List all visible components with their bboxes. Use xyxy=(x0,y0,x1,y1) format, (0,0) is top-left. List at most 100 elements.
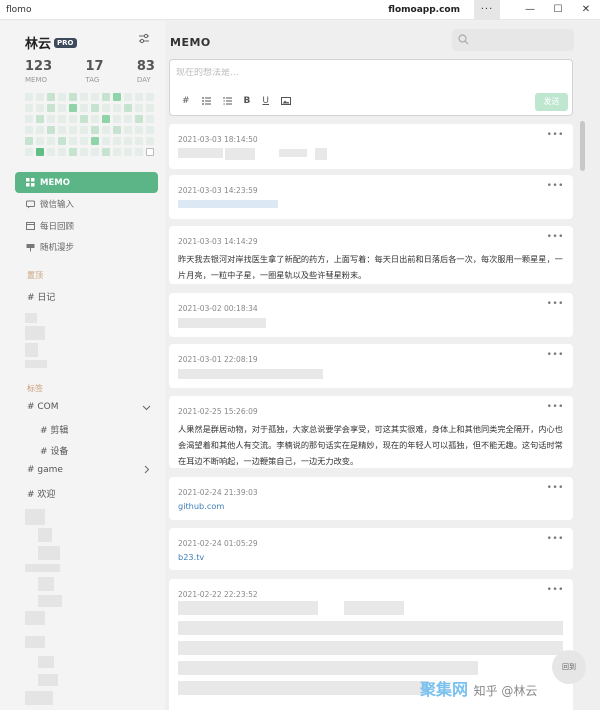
underline-button[interactable]: U xyxy=(262,96,269,106)
heatmap-cell[interactable] xyxy=(69,104,77,112)
heatmap-cell[interactable] xyxy=(47,137,55,145)
heatmap-cell[interactable] xyxy=(91,137,99,145)
heatmap-cell[interactable] xyxy=(80,126,88,134)
tag-welcome[interactable]: # 欢迎 xyxy=(27,487,55,500)
tag-com[interactable]: # COM xyxy=(27,402,59,412)
more-menu-icon[interactable]: ••• xyxy=(547,232,564,242)
hashtag-button[interactable]: # xyxy=(182,96,190,106)
heatmap-cell[interactable] xyxy=(25,93,33,101)
heatmap-cell[interactable] xyxy=(124,104,132,112)
heatmap-cell[interactable] xyxy=(146,104,154,112)
memo-card[interactable]: 2021-03-03 14:23:59 ••• xyxy=(169,175,573,219)
heatmap-cell[interactable] xyxy=(58,93,66,101)
tag-editing[interactable]: # 剪辑 xyxy=(40,423,68,436)
more-menu-icon[interactable]: ••• xyxy=(547,585,564,595)
more-menu-icon[interactable]: ••• xyxy=(547,130,564,140)
heatmap-cell[interactable] xyxy=(135,115,143,123)
heatmap-cell[interactable] xyxy=(47,115,55,123)
heatmap-cell[interactable] xyxy=(113,137,121,145)
heatmap-cell[interactable] xyxy=(124,115,132,123)
search-input[interactable] xyxy=(452,29,574,51)
close-icon[interactable]: ✕ xyxy=(572,4,600,15)
heatmap-cell[interactable] xyxy=(124,137,132,145)
heatmap-cell[interactable] xyxy=(69,93,77,101)
heatmap-cell[interactable] xyxy=(91,115,99,123)
more-options-button[interactable]: ··· xyxy=(474,0,500,20)
heatmap-cell[interactable] xyxy=(25,115,33,123)
heatmap-cell[interactable] xyxy=(58,137,66,145)
heatmap-cell[interactable] xyxy=(102,148,110,156)
more-menu-icon[interactable]: ••• xyxy=(547,299,564,309)
heatmap-cell[interactable] xyxy=(36,104,44,112)
heatmap-cell[interactable] xyxy=(36,137,44,145)
bullet-list-icon[interactable] xyxy=(201,97,211,105)
bold-button[interactable]: B xyxy=(244,96,251,106)
user-name-button[interactable]: 林云 PRO xyxy=(25,33,77,52)
heatmap-cell[interactable] xyxy=(135,93,143,101)
sidebar-item-memo[interactable]: MEMO xyxy=(15,172,158,193)
pinned-tag-diary[interactable]: # 日记 xyxy=(27,290,55,303)
heatmap-cell[interactable] xyxy=(58,126,66,134)
memo-card[interactable]: 2021-02-24 01:05:29 ••• b23.tv xyxy=(169,528,573,570)
minimize-icon[interactable]: — xyxy=(516,4,544,15)
memo-card[interactable]: 2021-03-01 22:08:19 ••• xyxy=(169,344,573,388)
image-icon[interactable] xyxy=(281,97,292,105)
heatmap-cell[interactable] xyxy=(91,93,99,101)
heatmap-cell[interactable] xyxy=(47,126,55,134)
heatmap-cell[interactable] xyxy=(36,115,44,123)
heatmap-cell[interactable] xyxy=(25,148,33,156)
more-menu-icon[interactable]: ••• xyxy=(547,350,564,360)
sidebar-item-random-walk[interactable]: 随机漫步 xyxy=(15,237,158,258)
heatmap-cell[interactable] xyxy=(124,93,132,101)
maximize-icon[interactable]: ☐ xyxy=(544,4,572,15)
heatmap-cell[interactable] xyxy=(58,115,66,123)
heatmap-cell[interactable] xyxy=(102,137,110,145)
heatmap-cell[interactable] xyxy=(69,115,77,123)
heatmap-cell[interactable] xyxy=(124,148,132,156)
heatmap-cell[interactable] xyxy=(146,115,154,123)
scrollbar[interactable] xyxy=(580,121,585,171)
memo-link[interactable]: github.com xyxy=(178,501,224,511)
heatmap-cell[interactable] xyxy=(36,93,44,101)
heatmap-cell[interactable] xyxy=(146,93,154,101)
sidebar-item-daily-review[interactable]: 每日回顾 xyxy=(15,215,158,236)
heatmap-cell[interactable] xyxy=(36,126,44,134)
chevron-down-icon[interactable] xyxy=(142,403,151,412)
heatmap-cell[interactable] xyxy=(102,126,110,134)
more-menu-icon[interactable]: ••• xyxy=(547,402,564,412)
memo-card[interactable]: 2021-02-25 15:26:09 ••• 人果然是群居动物，对于孤独，大家… xyxy=(169,396,573,468)
heatmap-cell[interactable] xyxy=(47,93,55,101)
heatmap-cell[interactable] xyxy=(25,104,33,112)
chevron-right-icon[interactable] xyxy=(142,465,151,474)
heatmap-cell[interactable] xyxy=(91,104,99,112)
send-button[interactable]: 发送 xyxy=(535,93,568,111)
heatmap-cell[interactable] xyxy=(113,148,121,156)
heatmap-cell[interactable] xyxy=(80,148,88,156)
memo-card[interactable]: 2021-03-03 18:14:50 ••• xyxy=(169,124,573,169)
heatmap-cell[interactable] xyxy=(135,126,143,134)
memo-card[interactable]: 2021-03-02 00:18:34 ••• xyxy=(169,293,573,337)
heatmap-cell[interactable] xyxy=(36,148,44,156)
heatmap-cell[interactable] xyxy=(91,126,99,134)
heatmap-cell[interactable] xyxy=(58,148,66,156)
heatmap-cell[interactable] xyxy=(47,148,55,156)
heatmap-cell[interactable] xyxy=(113,104,121,112)
numbered-list-icon[interactable] xyxy=(223,97,232,105)
heatmap-cell[interactable] xyxy=(135,104,143,112)
more-menu-icon[interactable]: ••• xyxy=(547,181,564,191)
heatmap-cell[interactable] xyxy=(91,148,99,156)
more-menu-icon[interactable]: ••• xyxy=(547,534,564,544)
sidebar-item-wechat[interactable]: 微信输入 xyxy=(15,194,158,215)
heatmap-cell[interactable] xyxy=(102,104,110,112)
heatmap-cell[interactable] xyxy=(146,148,154,156)
heatmap-cell[interactable] xyxy=(80,115,88,123)
heatmap-cell[interactable] xyxy=(135,148,143,156)
heatmap-cell[interactable] xyxy=(80,137,88,145)
heatmap-cell[interactable] xyxy=(69,148,77,156)
memo-input[interactable] xyxy=(176,68,556,78)
heatmap-cell[interactable] xyxy=(102,115,110,123)
heatmap-cell[interactable] xyxy=(146,137,154,145)
heatmap-cell[interactable] xyxy=(25,137,33,145)
heatmap-cell[interactable] xyxy=(80,93,88,101)
heatmap-cell[interactable] xyxy=(113,126,121,134)
